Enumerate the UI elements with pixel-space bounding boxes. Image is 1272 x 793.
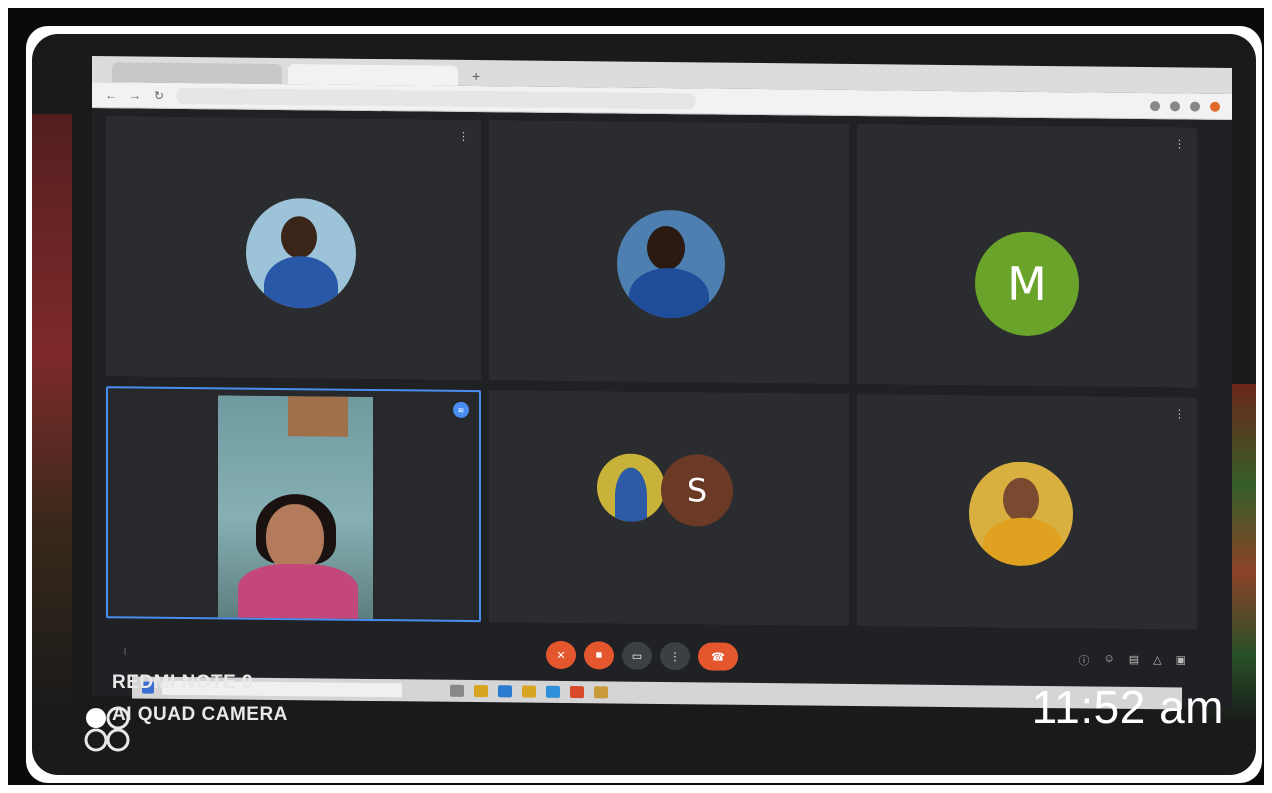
photo: + ← → ↻ ⋮ M ⋮ ≋ S ⋮ | ✕ ■ ▭ ⋮ ☎ ⓘ ☺ ▤ △ …	[26, 26, 1262, 783]
participant-avatar	[617, 209, 725, 319]
browser-tab[interactable]	[112, 62, 282, 85]
photo-timestamp: 11:52 am	[1031, 681, 1224, 733]
more-options-icon[interactable]: ⋮	[458, 130, 469, 143]
participant-tile-active[interactable]: ≋	[106, 386, 481, 623]
photo-frame: + ← → ↻ ⋮ M ⋮ ≋ S ⋮ | ✕ ■ ▭ ⋮ ☎ ⓘ ☺ ▤ △ …	[8, 8, 1264, 785]
side-controls: ⓘ ☺ ▤ △ ▣	[1078, 652, 1186, 669]
divider: |	[124, 645, 127, 655]
taskbar-apps	[450, 684, 608, 699]
speaking-indicator-icon: ≋	[453, 401, 469, 418]
more-options-icon[interactable]: ⋮	[1174, 407, 1185, 420]
info-icon[interactable]: ⓘ	[1078, 652, 1089, 668]
camera-off-button[interactable]: ■	[584, 641, 614, 670]
present-screen-button[interactable]: ▭	[622, 641, 652, 670]
camera-watermark-model: REDMI NOTE 9	[112, 672, 254, 693]
participant-avatar	[246, 197, 356, 309]
more-options-button[interactable]: ⋮	[660, 641, 690, 671]
chrome-icon[interactable]	[570, 686, 584, 699]
participant-grid: ⋮ M ⋮ ≋ S ⋮	[106, 116, 1206, 630]
reload-icon[interactable]: ↻	[152, 88, 166, 102]
laptop-screen: + ← → ↻ ⋮ M ⋮ ≋ S ⋮ | ✕ ■ ▭ ⋮ ☎ ⓘ ☺ ▤ △ …	[92, 56, 1232, 710]
mic-off-button[interactable]: ✕	[546, 640, 576, 670]
participant-avatar	[597, 453, 665, 523]
background-left	[32, 114, 72, 714]
participant-letter-avatar: S	[661, 453, 733, 527]
participant-tile[interactable]	[489, 120, 849, 384]
laptop-bezel: + ← → ↻ ⋮ M ⋮ ≋ S ⋮ | ✕ ■ ▭ ⋮ ☎ ⓘ ☺ ▤ △ …	[32, 34, 1256, 775]
participant-tile[interactable]: M ⋮	[857, 124, 1197, 388]
extension-icon[interactable]	[1190, 101, 1200, 112]
call-controls: ✕ ■ ▭ ⋮ ☎	[546, 640, 738, 671]
meeting-controls-bar: | ✕ ■ ▭ ⋮ ☎ ⓘ ☺ ▤ △ ▣	[106, 632, 1206, 680]
participant-tile[interactable]: S	[489, 390, 849, 626]
address-bar[interactable]	[176, 87, 696, 109]
store-icon[interactable]	[498, 685, 512, 698]
chat-icon[interactable]: ▤	[1129, 653, 1139, 669]
folder-icon[interactable]	[474, 685, 488, 698]
windows-taskbar	[132, 676, 1182, 710]
participant-video	[218, 395, 373, 619]
participant-letter-avatar: M	[975, 231, 1079, 337]
extension-icon[interactable]	[1170, 100, 1180, 111]
edge-icon[interactable]	[546, 685, 560, 698]
leave-call-button[interactable]: ☎	[698, 642, 738, 671]
camera-watermark-label: AI QUAD CAMERA	[112, 704, 288, 725]
participant-tile[interactable]: ⋮	[857, 394, 1197, 630]
participant-tile[interactable]: ⋮	[106, 116, 481, 381]
activities-icon[interactable]: △	[1153, 653, 1161, 669]
forward-icon[interactable]: →	[128, 88, 142, 102]
lock-icon[interactable]: ▣	[1176, 653, 1186, 669]
folder-icon[interactable]	[522, 685, 536, 698]
back-icon[interactable]: ←	[104, 88, 118, 102]
extension-icon[interactable]	[1150, 100, 1160, 111]
people-icon[interactable]: ☺	[1103, 653, 1114, 669]
new-tab-button[interactable]: +	[464, 68, 488, 86]
app-icon[interactable]	[594, 686, 608, 699]
participant-avatar	[969, 461, 1073, 567]
browser-tab-active[interactable]	[288, 64, 458, 86]
task-view-icon[interactable]	[450, 684, 464, 697]
browser-extensions	[1150, 100, 1220, 112]
more-options-icon[interactable]: ⋮	[1174, 137, 1185, 150]
profile-avatar[interactable]	[1210, 101, 1220, 112]
